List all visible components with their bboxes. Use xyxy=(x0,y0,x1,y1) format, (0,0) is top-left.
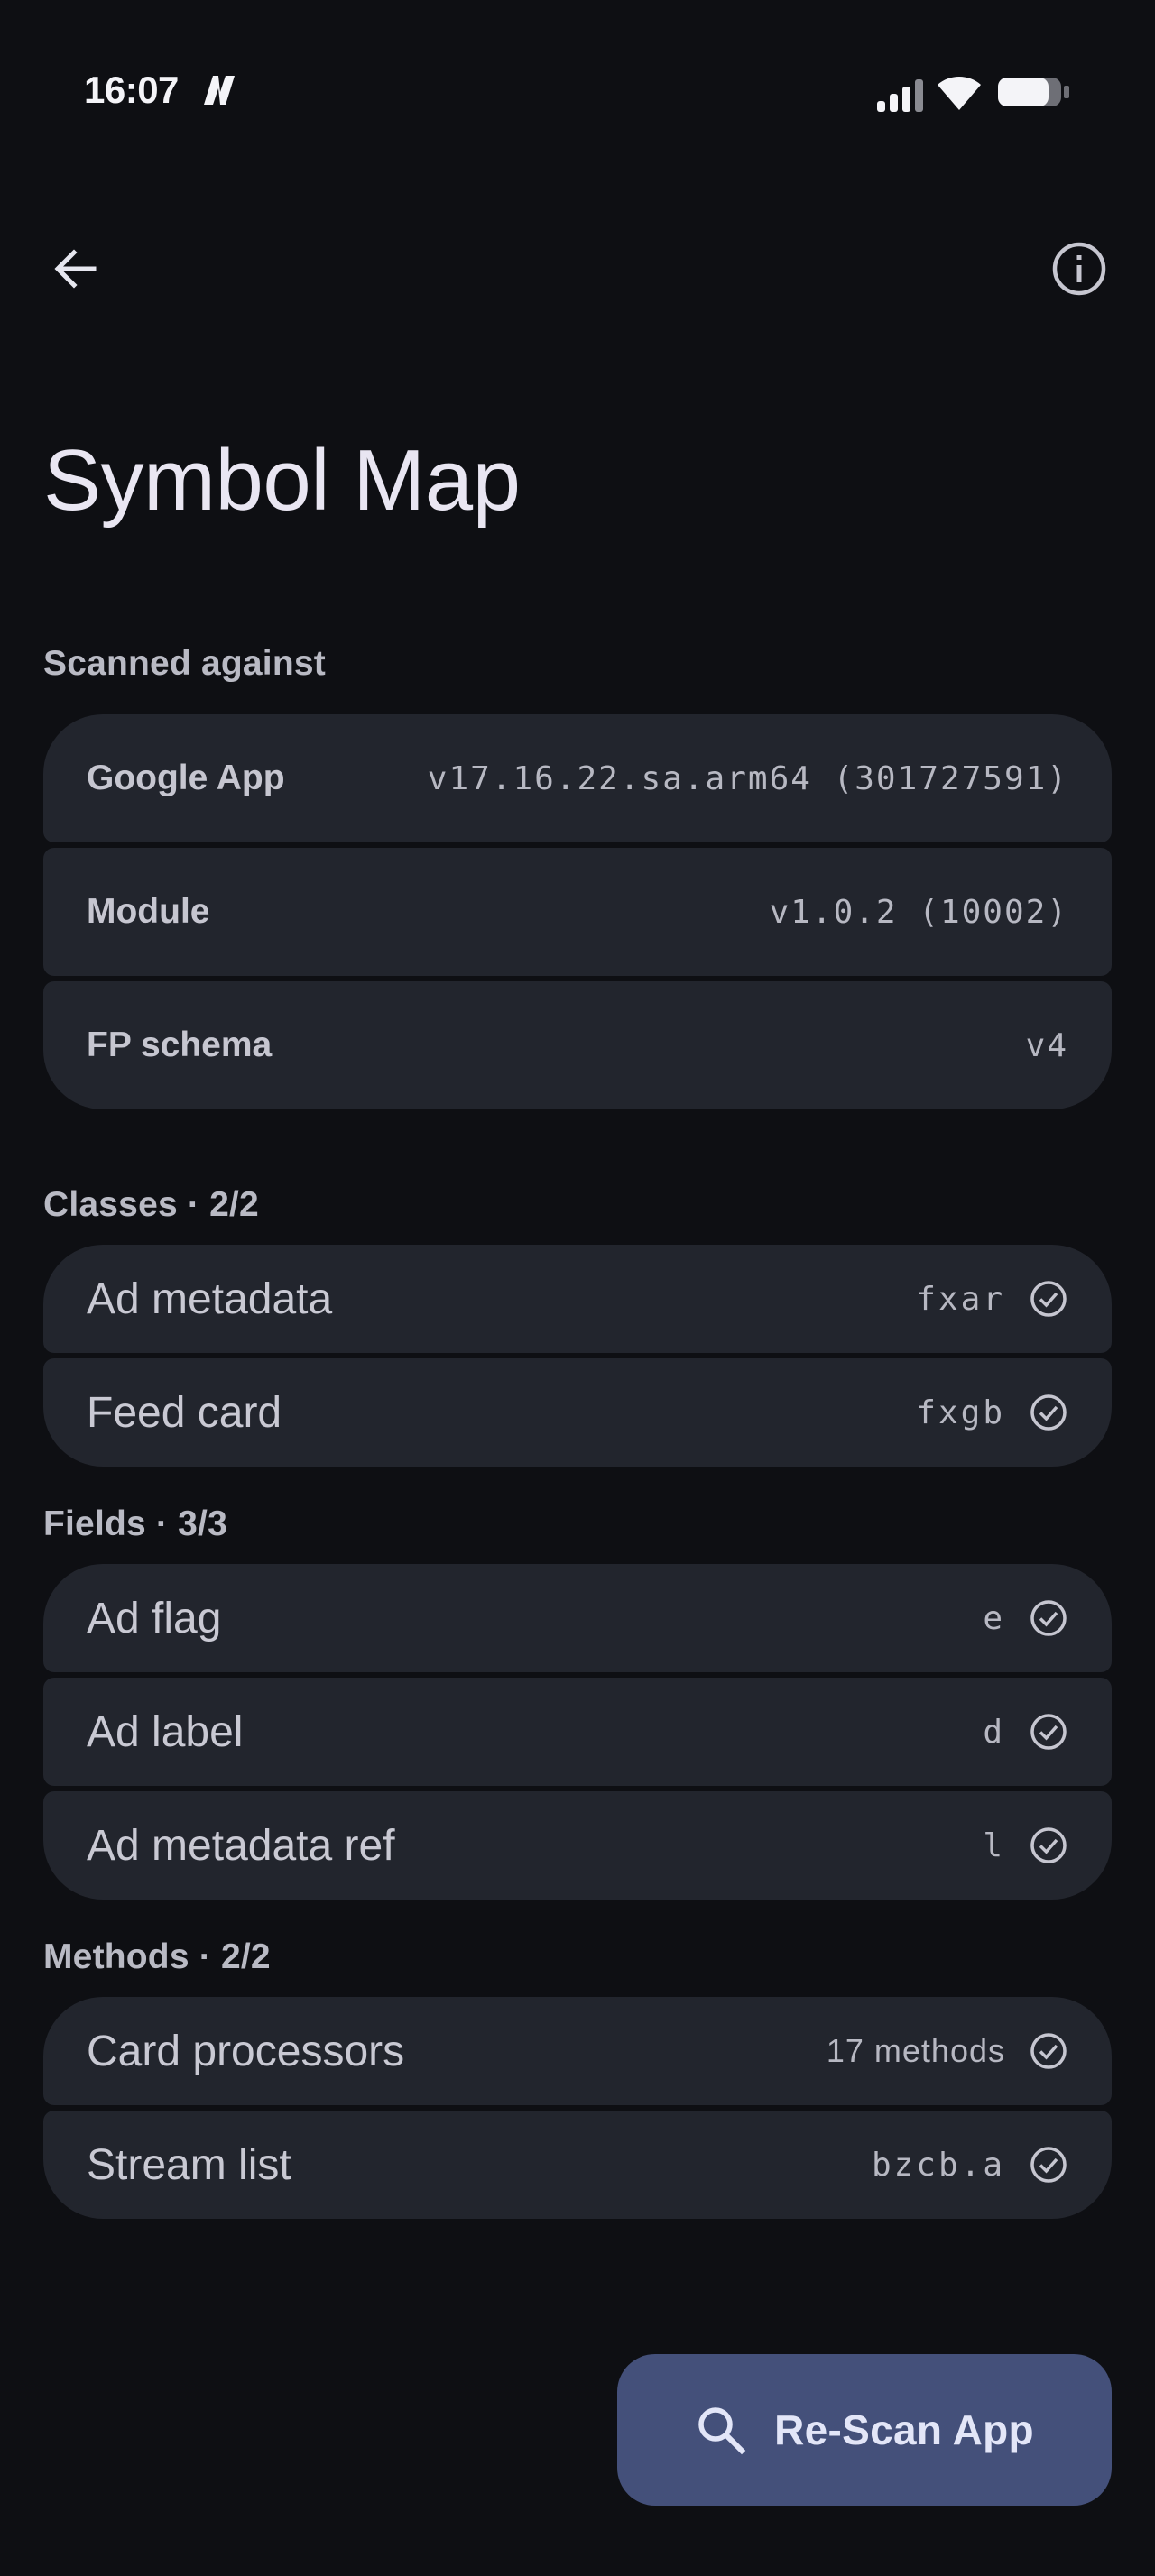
page-title: Symbol Map xyxy=(43,432,521,529)
search-icon xyxy=(698,2407,746,2455)
symbol-row-ad-flag[interactable]: Ad flag e xyxy=(43,1564,1112,1672)
symbol-name: Card processors xyxy=(87,2027,405,2075)
info-key: FP schema xyxy=(87,1026,273,1064)
check-circle-icon xyxy=(1030,2033,1067,2069)
n-badge-icon xyxy=(204,76,235,105)
rescan-app-button[interactable]: Re-Scan App xyxy=(617,2354,1112,2506)
scanned-against-label: Scanned against xyxy=(43,644,326,683)
check-circle-icon xyxy=(1030,2147,1067,2183)
wifi-icon xyxy=(938,77,981,110)
check-circle-icon xyxy=(1030,1600,1067,1636)
symbol-name: Ad flag xyxy=(87,1594,222,1642)
info-row-fp-schema: FP schema v4 xyxy=(43,981,1112,1109)
arrow-back-icon xyxy=(54,249,97,289)
symbol-row-ad-label[interactable]: Ad label d xyxy=(43,1678,1112,1786)
symbol-name: Ad metadata xyxy=(87,1274,333,1323)
symbol-code: fxar xyxy=(916,1280,1005,1318)
symbol-row-ad-metadata-ref[interactable]: Ad metadata ref l xyxy=(43,1791,1112,1900)
symbol-row-card-processors[interactable]: Card processors 17 methods xyxy=(43,1997,1112,2105)
classes-label: Classes · 2/2 xyxy=(43,1185,259,1224)
symbol-name: Feed card xyxy=(87,1388,282,1437)
symbol-name: Stream list xyxy=(87,2140,291,2189)
methods-label: Methods · 2/2 xyxy=(43,1937,271,1976)
info-button[interactable] xyxy=(1047,236,1112,301)
battery-icon xyxy=(998,78,1069,106)
status-time: 16:07 xyxy=(84,69,179,111)
scanned-against-group: Google App v17.16.22.sa.arm64 (301727591… xyxy=(43,714,1112,1109)
fields-label: Fields · 3/3 xyxy=(43,1504,227,1543)
rescan-app-label: Re-Scan App xyxy=(774,2406,1034,2453)
symbol-code: l xyxy=(983,1826,1005,1864)
symbol-code: fxgb xyxy=(916,1394,1005,1431)
symbol-name: Ad metadata ref xyxy=(87,1821,395,1870)
check-circle-icon xyxy=(1030,1714,1067,1750)
signal-icon xyxy=(877,79,923,112)
check-circle-icon xyxy=(1030,1827,1067,1863)
symbol-code: d xyxy=(983,1713,1005,1751)
symbol-code: bzcb.a xyxy=(871,2146,1005,2184)
methods-group: Card processors 17 methods Stream list b… xyxy=(43,1997,1112,2219)
check-circle-icon xyxy=(1030,1394,1067,1431)
info-value: v4 xyxy=(1025,1026,1068,1064)
check-circle-icon xyxy=(1030,1281,1067,1317)
classes-group: Ad metadata fxar Feed card fxgb xyxy=(43,1245,1112,1467)
back-button[interactable] xyxy=(43,236,108,301)
info-row-google-app: Google App v17.16.22.sa.arm64 (301727591… xyxy=(43,714,1112,842)
symbol-row-ad-metadata[interactable]: Ad metadata fxar xyxy=(43,1245,1112,1353)
fields-group: Ad flag e Ad label d Ad metadata ref l xyxy=(43,1564,1112,1900)
info-icon xyxy=(1052,242,1106,296)
symbol-row-stream-list[interactable]: Stream list bzcb.a xyxy=(43,2111,1112,2219)
symbol-row-feed-card[interactable]: Feed card fxgb xyxy=(43,1358,1112,1467)
info-value: v1.0.2 (10002) xyxy=(769,893,1068,931)
symbol-code: e xyxy=(983,1599,1005,1637)
info-row-module: Module v1.0.2 (10002) xyxy=(43,848,1112,976)
symbol-code: 17 methods xyxy=(826,2032,1005,2069)
symbol-name: Ad label xyxy=(87,1707,244,1756)
info-key: Google App xyxy=(87,759,285,797)
info-key: Module xyxy=(87,892,210,931)
info-value: v17.16.22.sa.arm64 (301727591) xyxy=(427,759,1068,797)
status-bar: 16:07 xyxy=(0,0,1155,180)
